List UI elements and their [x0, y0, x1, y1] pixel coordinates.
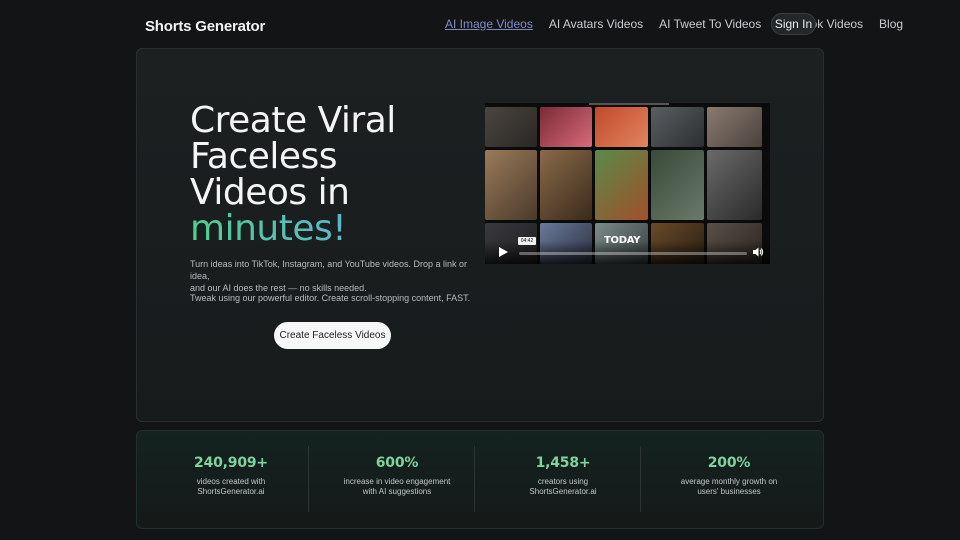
- hero-headline: Create Viral Faceless Videos in minutes!: [190, 103, 490, 247]
- main-nav: AI Image Videos AI Avatars Videos AI Twe…: [445, 13, 903, 35]
- stat-videos-created: 240,909+ videos created with ShortsGenera…: [148, 446, 314, 512]
- volume-icon[interactable]: [752, 246, 764, 258]
- video-thumbnail: [540, 107, 592, 147]
- video-thumbnail: [651, 150, 704, 220]
- stat-label: average monthly growth on users' business…: [646, 477, 812, 497]
- play-icon[interactable]: [497, 246, 509, 258]
- create-faceless-videos-button[interactable]: Create Faceless Videos: [274, 322, 391, 349]
- brand-logo[interactable]: Shorts Generator: [145, 18, 265, 35]
- stat-label-line-1: average monthly growth on: [680, 477, 778, 486]
- signin-wrapper: Sign In: [771, 13, 816, 35]
- stat-number: 1,458+: [535, 455, 591, 471]
- video-top-bar: [589, 103, 669, 105]
- stat-label: increase in video engagement with AI sugg…: [314, 477, 480, 497]
- stat-number: 200%: [707, 455, 751, 471]
- video-thumbnail: [651, 107, 704, 147]
- video-progress-bar[interactable]: [519, 252, 747, 255]
- stat-engagement: 600% increase in video engagement with AI…: [314, 446, 480, 512]
- video-thumbnail: [595, 107, 648, 147]
- video-thumbnail: [485, 150, 537, 220]
- hero-description-line-1: Turn ideas into TikTok, Instagram, and Y…: [190, 259, 467, 281]
- headline-accent: minutes!: [190, 211, 490, 247]
- stat-label-line-2: users' businesses: [697, 487, 761, 496]
- video-thumbnail: [540, 150, 592, 220]
- stat-label-line-2: ShortsGenerator.ai: [529, 487, 597, 496]
- video-thumbnail: [707, 107, 762, 147]
- stat-label-line-1: videos created with: [196, 477, 266, 486]
- nav-ai-image-videos[interactable]: AI Image Videos: [445, 17, 533, 31]
- stat-divider: [308, 446, 309, 512]
- video-thumbnail: [485, 107, 537, 147]
- nav-blog[interactable]: Blog: [879, 17, 903, 31]
- headline-line-1: Create Viral: [190, 100, 396, 141]
- stat-label: creators using ShortsGenerator.ai: [480, 477, 646, 497]
- video-thumbnail: [595, 150, 648, 220]
- stat-number: 240,909+: [194, 455, 268, 471]
- stat-creators: 1,458+ creators using ShortsGenerator.ai: [480, 446, 646, 512]
- nav-ai-tweet-to-videos[interactable]: AI Tweet To Videos: [659, 17, 761, 31]
- stat-divider: [640, 446, 641, 512]
- demo-video-player[interactable]: TODAY 04:42: [485, 103, 770, 264]
- stat-label-line-1: increase in video engagement: [343, 477, 451, 486]
- stat-divider: [474, 446, 475, 512]
- hero-subdescription: Tweak using our powerful editor. Create …: [190, 293, 471, 303]
- stat-monthly-growth: 200% average monthly growth on users' bus…: [646, 446, 812, 512]
- stat-label-line-1: creators using: [537, 477, 589, 486]
- video-timestamp: 04:42: [518, 237, 536, 245]
- hero-description: Turn ideas into TikTok, Instagram, and Y…: [190, 258, 480, 294]
- video-thumbnail: [707, 150, 762, 220]
- nav-ai-avatars-videos[interactable]: AI Avatars Videos: [549, 17, 643, 31]
- stat-label-line-2: ShortsGenerator.ai: [197, 487, 265, 496]
- stat-label: videos created with ShortsGenerator.ai: [148, 477, 314, 497]
- stat-number: 600%: [375, 455, 419, 471]
- stat-label-line-2: with AI suggestions: [362, 487, 432, 496]
- headline-line-3: Videos in: [190, 172, 350, 213]
- sign-in-button[interactable]: Sign In: [771, 13, 816, 35]
- headline-line-2: Faceless: [190, 136, 338, 177]
